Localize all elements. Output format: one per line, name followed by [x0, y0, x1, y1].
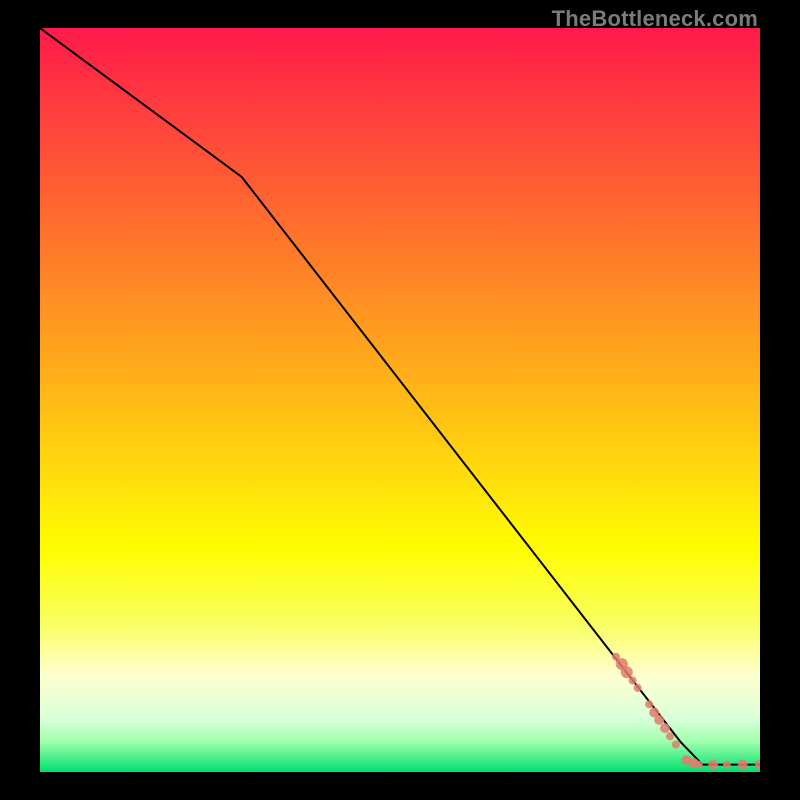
data-point	[634, 684, 642, 692]
data-point	[645, 700, 653, 708]
plot-area	[40, 28, 760, 772]
data-point	[708, 760, 718, 770]
data-point	[695, 761, 703, 769]
data-point	[654, 715, 664, 725]
data-point	[723, 761, 731, 769]
data-point	[755, 760, 760, 770]
data-points-group	[612, 653, 760, 770]
data-point	[629, 677, 637, 685]
data-point	[738, 760, 748, 770]
data-point	[666, 732, 674, 740]
chart-svg	[40, 28, 760, 772]
chart-frame: TheBottleneck.com	[0, 0, 800, 800]
bottleneck-curve	[40, 28, 760, 765]
data-point	[660, 723, 670, 733]
data-point	[621, 666, 633, 678]
data-point	[672, 741, 680, 749]
